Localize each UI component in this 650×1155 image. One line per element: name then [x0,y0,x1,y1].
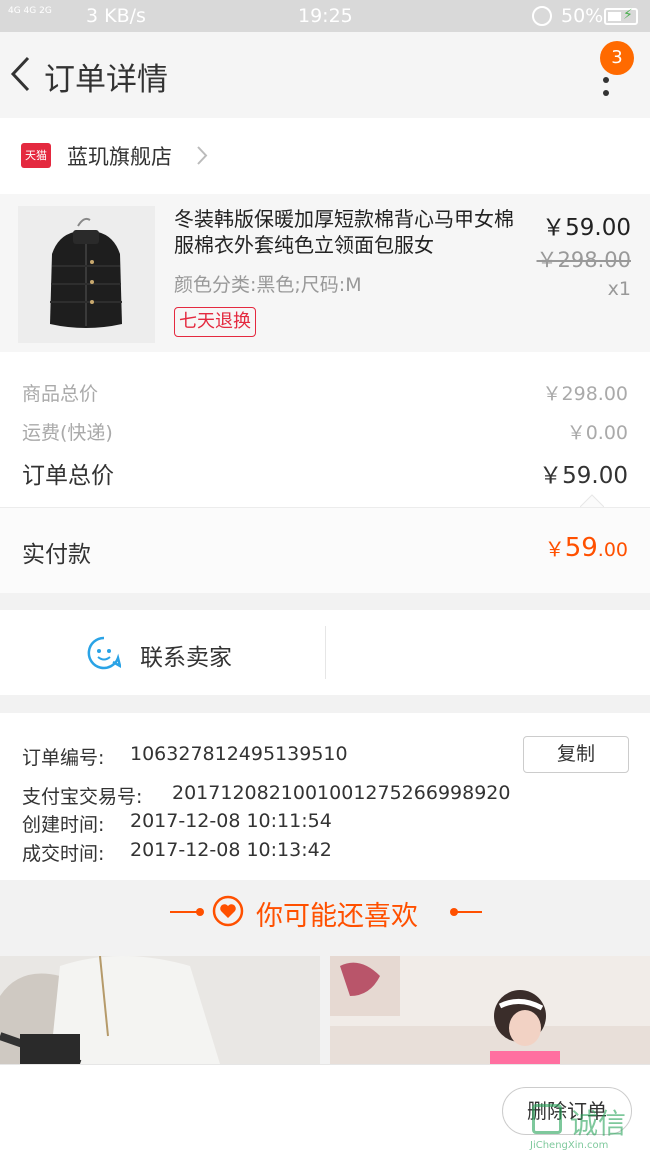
return-policy-tag: 七天退换 [174,307,256,337]
recommend-grid [0,946,650,1064]
recommend-header: 你可能还喜欢 [0,880,650,946]
created-label: 创建时间: [22,814,105,836]
created-time: 2017-12-08 10:11:54 [130,810,332,832]
alipay-number: 2017120821001001275266998920 [172,782,511,804]
watermark-icon [532,1104,562,1134]
recommend-title: 你可能还喜欢 [256,901,418,932]
alipay-label: 支付宝交易号: [22,786,143,808]
order-total-label: 订单总价 [22,463,114,489]
order-info: 订单编号: 106327812495139510 复制 支付宝交易号: 2017… [0,713,650,880]
paid-integer: 59 [564,533,598,563]
network-speed: 3 KB/s [86,5,146,27]
shipping-label: 运费(快递) [22,422,113,444]
product-image[interactable] [18,206,155,343]
rotation-lock-icon [532,6,552,26]
order-total-value: ￥59.00 [539,463,628,489]
copy-button[interactable]: 复制 [523,736,629,773]
product-price: ￥59.00 [542,215,631,241]
signal-icon: 4G 4G 2G [8,6,52,16]
recommend-product-image[interactable] [330,956,650,1064]
chevron-right-icon [197,146,208,165]
created-row: 创建时间: 2017-12-08 10:11:54 [22,810,332,837]
price-summary: 商品总价 ￥298.00 运费(快递) ￥0.00 订单总价 ￥59.00 [0,352,650,507]
chat-face-icon [87,636,121,670]
watermark-text: 诚信 [570,1107,627,1140]
product-item[interactable]: 冬装韩版保暖加厚短款棉背心马甲女棉服棉衣外套纯色立领面包服女 颜色分类:黑色;尺… [0,194,650,352]
product-title[interactable]: 冬装韩版保暖加厚短款棉背心马甲女棉服棉衣外套纯色立领面包服女 [174,206,524,258]
back-arrow-icon[interactable] [8,54,34,94]
contact-bar: 联系卖家 [0,610,650,695]
watermark-logo: 诚信 JiChengXin.com [530,1102,648,1154]
status-bar: 4G 4G 2G 3 KB/s 19:25 50% ⚡ [0,0,650,32]
dot-icon [196,908,204,916]
page-title: 订单详情 [44,62,168,98]
tmall-logo-icon: 天猫 [21,143,51,168]
notification-badge: 3 [600,41,634,75]
order-number-row: 订单编号: 106327812495139510 [22,743,348,770]
paid-label: 实付款 [22,542,91,568]
goods-total-value: ￥298.00 [542,383,628,405]
recommend-product-image[interactable] [0,956,320,1064]
contact-seller-button[interactable]: 联系卖家 [140,638,232,672]
store-name[interactable]: 蓝玑旗舰店 [67,141,172,171]
watermark-url: JiChengXin.com [530,1140,609,1151]
order-number-label: 订单编号: [22,747,105,769]
battery-percent: 50% [561,5,604,27]
network-label: 4G 4G 2G [8,6,52,16]
clock: 19:25 [298,5,353,27]
paid-value: ￥59.00 [545,533,628,563]
original-price: ￥298.00 [536,248,631,272]
divider [452,911,482,913]
caret-up-icon [580,494,604,507]
goods-total-label: 商品总价 [22,383,99,405]
divider [325,626,326,679]
alipay-row: 支付宝交易号: 2017120821001001275266998920 [22,782,510,809]
app-header: 订单详情 3 [0,32,650,118]
closed-label: 成交时间: [22,843,105,865]
closed-row: 成交时间: 2017-12-08 10:13:42 [22,839,332,866]
paid-decimal: .00 [597,539,628,561]
battery-icon: ⚡ [604,7,638,25]
paid-amount-row: 实付款 ￥59.00 [0,507,650,593]
order-number: 106327812495139510 [130,743,348,765]
product-spec: 颜色分类:黑色;尺码:M [174,274,362,296]
store-row[interactable]: 天猫 蓝玑旗舰店 [0,118,650,194]
closed-time: 2017-12-08 10:13:42 [130,839,332,861]
shipping-value: ￥0.00 [566,422,628,444]
product-quantity: x1 [607,278,631,300]
heart-icon [212,895,244,927]
paid-currency: ￥ [544,537,565,561]
